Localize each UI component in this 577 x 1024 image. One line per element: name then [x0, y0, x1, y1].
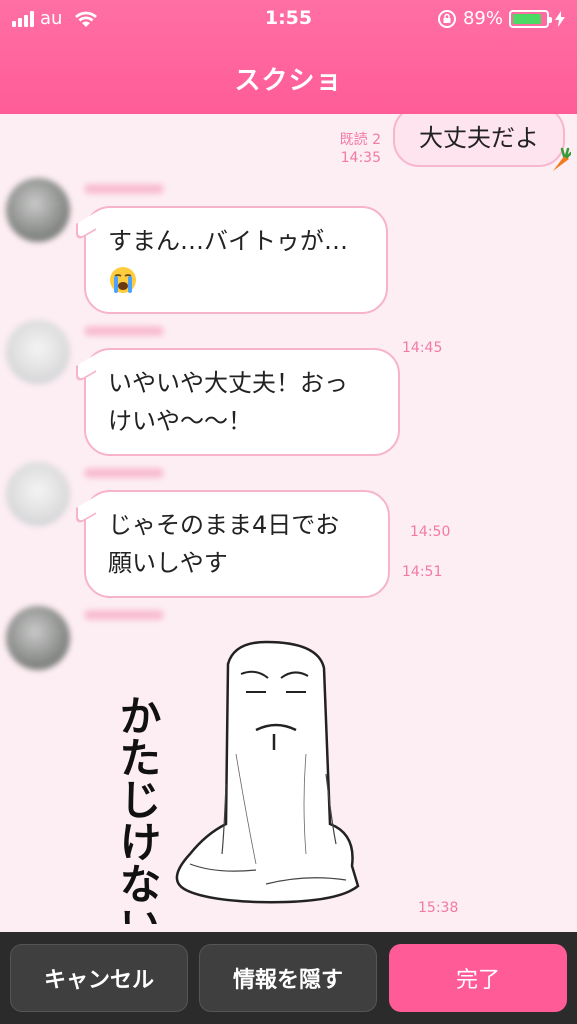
message-time: 14:45 [402, 340, 443, 356]
message-time: 14:51 [402, 564, 443, 580]
sent-bubble[interactable]: 大丈夫だよ [393, 114, 571, 171]
avatar[interactable] [6, 606, 70, 670]
avatar[interactable] [6, 320, 70, 384]
done-button[interactable]: 完了 [389, 944, 567, 1012]
bottom-toolbar: キャンセル 情報を隠す 完了 [0, 932, 577, 1024]
sent-message: 既読 2 14:35 大丈夫だよ [340, 114, 571, 171]
message-text: 大丈夫だよ [419, 124, 539, 152]
avatar[interactable] [6, 462, 70, 526]
status-bar: au 1:55 89% [0, 0, 577, 38]
message-bubble[interactable]: いやいや大丈夫！おっ けいや〜〜！ [84, 348, 400, 456]
rotation-lock-icon [437, 9, 456, 28]
message-bubble[interactable]: じゃそのまま4日でお 願いしやす [84, 490, 390, 598]
message-text: けいや〜〜！ [108, 407, 252, 435]
hide-info-button[interactable]: 情報を隠す [199, 944, 377, 1012]
sender-name [84, 468, 164, 478]
sender-name [84, 610, 164, 620]
message-time: 15:38 [418, 900, 459, 916]
battery-percent: 89% [462, 8, 503, 29]
sender-name [84, 184, 164, 194]
crying-face-icon [110, 267, 136, 293]
message-time: 14:35 [340, 150, 381, 166]
message-time: 14:50 [410, 524, 451, 540]
header: au 1:55 89% スクショ [0, 0, 577, 114]
sender-name [84, 326, 164, 336]
message-text: いやいや大丈夫！おっ [108, 369, 348, 397]
status-right: 89% [437, 8, 565, 29]
avatar[interactable] [6, 178, 70, 242]
charging-icon [555, 10, 565, 27]
message-bubble[interactable]: すまん…バイトゥが… [84, 206, 388, 314]
message-text: 願いしやす [108, 549, 228, 577]
sticker-text: かたじけない [113, 694, 159, 924]
chat-area[interactable]: 既読 2 14:35 大丈夫だよ すまん…バイトゥが… 14:45 いやいや大丈… [0, 114, 577, 932]
page-title: スクショ [234, 66, 343, 96]
message-text: すまん…バイトゥが… [108, 227, 348, 255]
sticker-image[interactable]: かたじけない [106, 634, 366, 924]
read-receipt: 既読 2 [339, 132, 381, 148]
cancel-button[interactable]: キャンセル [10, 944, 188, 1012]
carrot-icon [553, 147, 571, 171]
battery-icon [509, 9, 552, 28]
sent-meta: 既読 2 14:35 [340, 131, 381, 167]
message-text: じゃそのまま4日でお [108, 511, 340, 539]
